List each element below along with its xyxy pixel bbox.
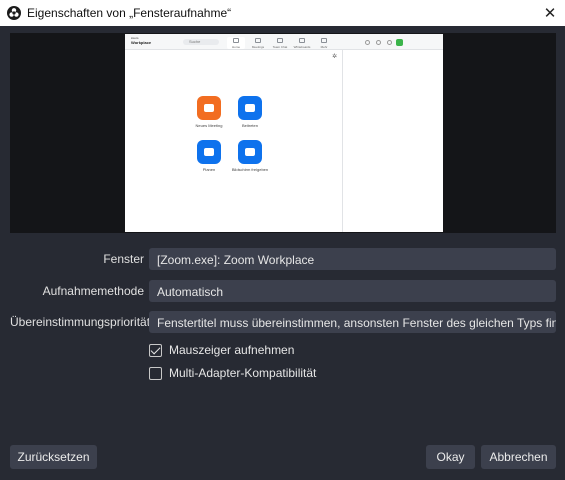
zoom-nav-meetings: Meetings (249, 37, 267, 49)
avatar (396, 39, 403, 46)
zoom-nav-home: Home (227, 37, 245, 49)
zoom-status-icon (365, 40, 370, 45)
tile-label: Neues Meeting (195, 123, 223, 128)
zoom-topbar: zoom Workplace Suche Home Meetings Team … (125, 34, 443, 50)
capture-cursor-checkbox[interactable]: Mauszeiger aufnehmen (149, 342, 294, 358)
priority-label: Übereinstimmungspriorität (10, 315, 151, 329)
zoom-nav-label: Home (231, 45, 240, 49)
zoom-search: Suche (183, 39, 219, 45)
source-preview: zoom Workplace Suche Home Meetings Team … (10, 33, 556, 233)
zoom-nav-whiteboards: Whiteboards (293, 37, 311, 49)
share-icon (245, 148, 255, 156)
zoom-window-capture: zoom Workplace Suche Home Meetings Team … (125, 34, 443, 232)
video-camera-icon (204, 104, 214, 112)
close-icon[interactable]: ✕ (535, 0, 565, 26)
zoom-nav-label: Mehr (320, 45, 328, 49)
tile-label: Beitreten (241, 123, 258, 128)
cancel-button[interactable]: Abbrechen (481, 445, 556, 469)
ok-button[interactable]: Okay (426, 445, 475, 469)
zoom-status-icon (387, 40, 392, 45)
fenster-select[interactable]: [Zoom.exe]: Zoom Workplace (149, 248, 556, 270)
zoom-brand-sub: Workplace (131, 40, 152, 45)
zoom-nav-label: Team Chat (272, 45, 288, 49)
join-tile (238, 96, 262, 120)
multi-adapter-checkbox[interactable]: Multi-Adapter-Kompatibilität (149, 365, 316, 381)
checkbox-unchecked-icon[interactable] (149, 366, 162, 380)
reset-button[interactable]: Zurücksetzen (10, 445, 97, 469)
plus-icon (245, 104, 255, 112)
zoom-nav-label: Meetings (251, 45, 265, 49)
home-icon (233, 38, 239, 43)
zoom-search-text: Suche (189, 39, 201, 44)
zoom-nav-label: Whiteboards (293, 45, 311, 49)
aufnahmemethode-label: Aufnahmemethode (42, 284, 144, 298)
share-screen-tile (238, 140, 262, 164)
whiteboard-icon (299, 38, 305, 43)
window-title: Eigenschaften von „Fensteraufnahme“ (27, 6, 232, 20)
zoom-nav-chat: Team Chat (271, 37, 289, 49)
more-icon (321, 38, 327, 43)
multi-adapter-label: Multi-Adapter-Kompatibilität (169, 366, 317, 380)
checkbox-checked-icon[interactable] (149, 343, 162, 357)
tile-label: Bildschirm freigeben (231, 167, 269, 172)
priority-select[interactable]: Fenstertitel muss übereinstimmen, ansons… (149, 311, 556, 333)
schedule-tile (197, 140, 221, 164)
chat-icon (277, 38, 283, 43)
aufnahmemethode-select[interactable]: Automatisch (149, 280, 556, 302)
new-meeting-tile (197, 96, 221, 120)
camera-icon (255, 38, 261, 43)
capture-cursor-label: Mauszeiger aufnehmen (169, 343, 295, 357)
gear-icon: ✲ (332, 54, 338, 60)
zoom-panel-divider (342, 50, 343, 232)
obs-app-icon (7, 6, 21, 20)
fenster-label: Fenster (103, 252, 144, 266)
zoom-nav-more: Mehr (315, 37, 333, 49)
zoom-status-icon (376, 40, 381, 45)
calendar-icon (204, 148, 214, 156)
tile-label: Planen (202, 167, 216, 172)
window-titlebar: Eigenschaften von „Fensteraufnahme“ ✕ (0, 0, 565, 26)
